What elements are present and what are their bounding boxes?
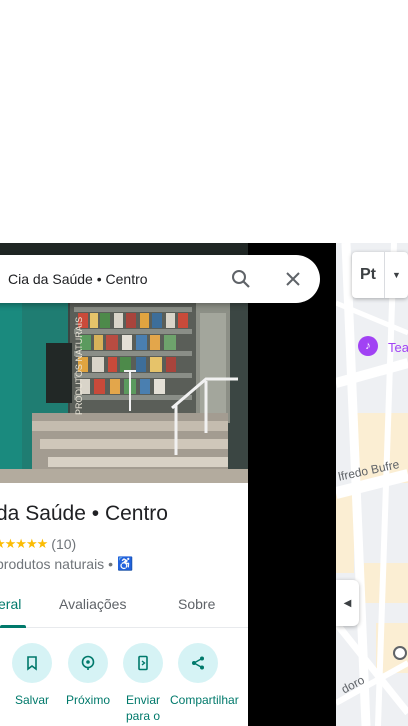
bookmark-icon (12, 643, 52, 683)
search-box[interactable]: Cia da Saúde • Centro (0, 255, 320, 303)
wheelchair-accessible-icon: ♿ (116, 556, 134, 571)
place-tabs: eral Avaliações Sobre (0, 590, 248, 628)
save-button[interactable]: Salvar (4, 643, 60, 708)
review-count[interactable]: (10) (51, 536, 76, 552)
poi-label[interactable]: Tea (388, 340, 408, 355)
share-label: Compartilhar (170, 693, 239, 707)
tab-reviews[interactable]: Avaliações (59, 596, 126, 612)
nearby-icon (68, 643, 108, 683)
poi-marker-icon[interactable]: ♪ (358, 336, 378, 356)
place-title: da Saúde • Centro (0, 502, 168, 525)
chevron-left-icon: ◀ (343, 597, 352, 609)
send-to-phone-button[interactable]: Enviar para o (115, 643, 171, 724)
nearby-button[interactable]: Próximo (60, 643, 116, 708)
search-icon[interactable] (230, 268, 252, 295)
collapse-panel-button[interactable]: ◀ (336, 580, 359, 626)
active-tab-indicator (0, 625, 26, 628)
map-layers-button[interactable]: Pt ▼ (352, 252, 408, 298)
share-button[interactable]: Compartilhar (170, 643, 239, 708)
tab-overview[interactable]: eral (0, 596, 21, 612)
rating-row[interactable]: ★★★★★ (10) (0, 536, 76, 552)
search-input[interactable]: Cia da Saúde • Centro (8, 271, 148, 287)
place-category[interactable]: produtos naturais • (0, 556, 113, 572)
save-label: Salvar (14, 693, 49, 707)
action-buttons: Salvar Próximo Enviar para o Compartilha… (0, 643, 248, 726)
layers-label: Pt (360, 266, 376, 283)
place-panel: PRODUTOS NATURAIS da Saúde • Centro ★★★★… (0, 243, 248, 726)
share-icon (178, 643, 218, 683)
close-icon[interactable] (282, 268, 304, 295)
panel-gap (248, 243, 336, 726)
map-location-marker-icon[interactable] (393, 646, 407, 660)
nearby-label: Próximo (65, 693, 110, 707)
category-row: produtos naturais • ♿ (0, 556, 133, 572)
photo-sign-text: PRODUTOS NATURAIS (74, 317, 84, 415)
send-to-phone-label: Enviar para o (125, 693, 161, 723)
maps-viewport: PRODUTOS NATURAIS da Saúde • Centro ★★★★… (0, 0, 408, 726)
tab-about[interactable]: Sobre (178, 596, 215, 612)
rating-stars: ★★★★★ (0, 536, 48, 551)
chevron-down-icon[interactable]: ▼ (385, 270, 408, 280)
send-to-phone-icon (123, 643, 163, 683)
